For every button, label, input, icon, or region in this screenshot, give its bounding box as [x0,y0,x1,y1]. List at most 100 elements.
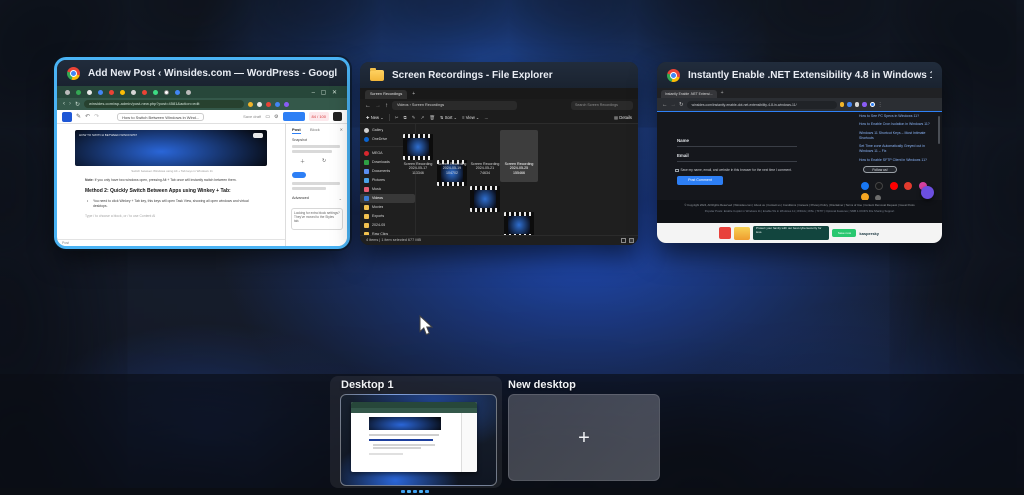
cut-icon: ✂ [394,114,399,120]
sidebar-item-videos: Videos [360,194,415,203]
forward-icon: → [670,101,677,108]
mega-icon [364,151,369,156]
ad-logo-red [719,227,731,239]
delete-icon: 🗑 [429,114,436,120]
documents-icon [364,169,369,174]
view-label: View [465,115,475,120]
sidebar-item-pictures: Pictures [360,176,415,185]
explorer-tab: Screen Recordings [365,90,408,99]
comment-consent-row: Save my name, email, and website in this… [675,168,845,172]
new-desktop-button[interactable]: + [508,394,660,481]
desktop1-thumbnail[interactable] [340,394,497,486]
video-file-thumbnail [470,186,500,212]
window1-titlebar: Add New Post ‹ Winsides.com — WordPress … [57,60,347,86]
view-large-icon [629,238,634,243]
plus-icon: ＋ [300,159,306,165]
sidebar-item-folder: Movies [360,203,415,212]
tab-favicon-icon [164,89,169,95]
chrome-icon [667,68,680,82]
email-input [677,161,797,162]
back-icon: ← [662,101,668,108]
follow-us-button: Follow us! [863,166,897,173]
taskbar-icon-peek [407,490,411,493]
mini-text-line [373,447,421,449]
window-thumbnail-winsides-chrome[interactable]: Instantly Enable .NET Extensibility 4.8 … [657,62,942,243]
sidebar-link: How to See PC Specs in Windows 11? [859,114,920,118]
sidebar-line [292,145,340,148]
browser-tab-strip: – ▢ ✕ [57,86,347,98]
profile-avatar [284,101,290,107]
new-tab-icon: + [720,90,724,96]
browser-tab-strip: Instantly Enable .NET Extensi... + [657,88,942,98]
details-label: Details [619,115,632,120]
desktop1-label: Desktop 1 [341,379,394,391]
window-thumbnail-wordpress-chrome[interactable]: Add New Post ‹ Winsides.com — WordPress … [57,60,347,246]
taskbar-edge [0,488,1024,495]
bullet-text: You need to click Winkey + Tab key, this… [93,199,249,208]
back-icon: ← [365,102,371,109]
chat-widget-button [921,186,934,199]
sort-label: Sort [444,115,453,120]
tab-favicon-icon [87,89,92,95]
email-field-label: Email [677,153,689,158]
videos-icon [364,196,369,201]
explorer-address-row: ← → ↑ Videos › Screen Recordings Search … [360,99,638,112]
window-thumbnail-file-explorer[interactable]: Screen Recordings - File Explorer Screen… [360,62,638,245]
sort-button: ⇅ Sort ⌄ [440,115,458,120]
banner-caption-text: HOW TO SWITCH BETWEEN WINDOWS? [79,133,138,137]
post-heading: Method 2: Quickly Switch Between Apps us… [85,188,231,194]
name-input [677,146,797,147]
details-button: ▤ Details [614,115,632,120]
chrome-icon [67,66,80,80]
mouse-cursor [419,315,434,336]
folder-icon [364,205,369,210]
window-controls-icon: – ▢ ✕ [311,89,339,96]
file-label: Screen Recording 2024-05-21 74634 [470,162,500,175]
mini-text-line [373,444,435,446]
breadcrumb-bar: Videos › Screen Recordings [392,101,517,110]
block-inserter-icon [62,111,72,122]
sidebar-item-folder: Exports [360,212,415,221]
extension-icon [266,101,272,107]
share-icon: ↗ [420,114,425,120]
more-button: … [484,115,489,120]
note-label: Note: [85,178,94,182]
document-title-pill: How to Switch Between Windows in Wind... [117,112,205,121]
wordpress-editor-toolbar: ✎ ↶ ↷ How to Switch Between Windows in W… [57,110,347,124]
reload-icon: ↻ [679,101,684,108]
tab-favicon-icon [98,89,103,95]
view-list-icon [621,238,626,243]
profile-avatar [869,102,875,107]
taskbar-icon-peek [419,490,423,493]
gallery-icon [364,128,369,133]
explorer-tab-row: Screen Recordings + [360,88,638,99]
mini-text-line [369,434,439,436]
forward-icon: › [69,101,71,107]
snapshot-label: Snapshot [292,138,308,142]
music-icon [364,187,369,192]
folder-icon [370,67,384,81]
sidebar-item-music: Music [360,185,415,194]
mini-heading-line [369,439,433,441]
view-button: ≡ View ⌄ [462,115,480,120]
sidebar-link: How to Enable Cron Isolation in Windows … [859,122,930,127]
mini-window [351,402,477,472]
advanced-section-label: Advanced [292,196,309,200]
file-label: Screen Recording 2024-05-19 104702 [437,162,467,175]
ad-cta-button: Save now [832,229,857,237]
mini-banner-image [369,417,441,430]
tab-favicon-icon [153,89,158,95]
back-icon: ‹ [63,101,65,107]
breadcrumb: Post [62,241,70,245]
ad-banner: Protect your family with our best cybers… [719,225,879,241]
close-icon: ✕ [339,127,343,132]
checkbox-label: Save my name, email, and website in this… [680,168,792,172]
tab-favicon-icon [175,89,180,95]
plus-icon: + [578,426,590,449]
window3-title: Instantly Enable .NET Extensibility 4.8 … [688,69,932,81]
wordpress-editor-canvas: HOW TO SWITCH BETWEEN WINDOWS? Switch be… [57,124,347,246]
rename-icon: ✎ [411,114,416,120]
explorer-status-bar: 4 items | 1 item selected 677 MB [360,235,638,245]
youtube-icon [889,182,898,190]
sidebar-line [292,150,332,153]
